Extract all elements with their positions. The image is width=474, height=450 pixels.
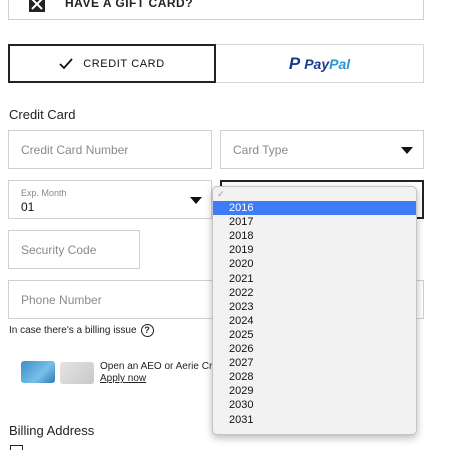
exp-month-select[interactable]: Exp. Month 01 — [8, 180, 212, 219]
year-option[interactable]: 2017 — [213, 215, 416, 229]
aeo-credit-card-image — [21, 361, 55, 383]
year-option[interactable]: 2016 — [213, 201, 416, 216]
card-type-select[interactable]: Card Type — [220, 130, 424, 169]
year-option[interactable]: 2022 — [213, 286, 416, 300]
dropdown-check-icon: ✓ — [217, 189, 225, 199]
year-option[interactable]: 2021 — [213, 272, 416, 286]
chevron-down-icon — [401, 147, 413, 154]
security-code-field[interactable]: Security Code — [8, 230, 140, 269]
gift-icon — [29, 0, 45, 12]
aerie-credit-card-image — [60, 362, 94, 384]
billing-address-heading: Billing Address — [9, 423, 95, 438]
exp-year-dropdown-list[interactable]: ✓ 2016 2017 2018 2019 2020 2021 2022 2023 2024 20… — [212, 186, 417, 435]
billing-same-checkbox[interactable] — [10, 445, 23, 450]
year-option[interactable]: 2019 — [213, 243, 416, 257]
year-option[interactable]: 2027 — [213, 356, 416, 370]
help-icon[interactable]: ? — [140, 324, 154, 337]
year-option[interactable]: 2029 — [213, 384, 416, 398]
year-option[interactable]: 2028 — [213, 370, 416, 384]
checkmark-icon — [59, 57, 73, 69]
chevron-down-icon — [190, 197, 202, 204]
tab-paypal[interactable]: P Pay Pal — [216, 44, 424, 83]
tab-credit-card-label: CREDIT CARD — [83, 57, 165, 70]
paypal-logo: P Pay Pal — [288, 53, 351, 73]
card-number-placeholder: Credit Card Number — [21, 143, 129, 157]
year-option[interactable]: 2026 — [213, 342, 416, 356]
security-code-placeholder: Security Code — [21, 243, 97, 257]
year-option[interactable]: 2018 — [213, 229, 416, 243]
phone-placeholder: Phone Number — [21, 293, 102, 307]
year-option[interactable]: 2024 — [213, 314, 416, 328]
apply-now-link[interactable]: Apply now — [100, 373, 146, 384]
exp-month-value: 01 — [21, 200, 35, 214]
promo-text: Open an AEO or Aerie Cr — [100, 361, 212, 372]
credit-card-heading: Credit Card — [9, 107, 76, 122]
gift-card-label: HAVE A GIFT CARD? — [65, 0, 194, 10]
year-option[interactable]: 2020 — [213, 257, 416, 271]
year-option[interactable]: 2025 — [213, 328, 416, 342]
year-option[interactable]: 2030 — [213, 398, 416, 412]
year-option[interactable]: 2023 — [213, 300, 416, 314]
tab-credit-card[interactable]: CREDIT CARD — [8, 44, 216, 83]
billing-note-text: In case there's a billing issue — [9, 325, 137, 336]
paypal-p-icon: P — [288, 53, 301, 73]
card-number-field[interactable]: Credit Card Number — [8, 130, 212, 169]
year-option[interactable]: 2031 — [213, 413, 416, 427]
billing-issue-note: In case there's a billing issue ? — [9, 324, 154, 337]
gift-card-bar[interactable]: HAVE A GIFT CARD? — [8, 0, 424, 20]
exp-month-label: Exp. Month — [21, 188, 67, 198]
card-type-placeholder: Card Type — [233, 143, 289, 157]
